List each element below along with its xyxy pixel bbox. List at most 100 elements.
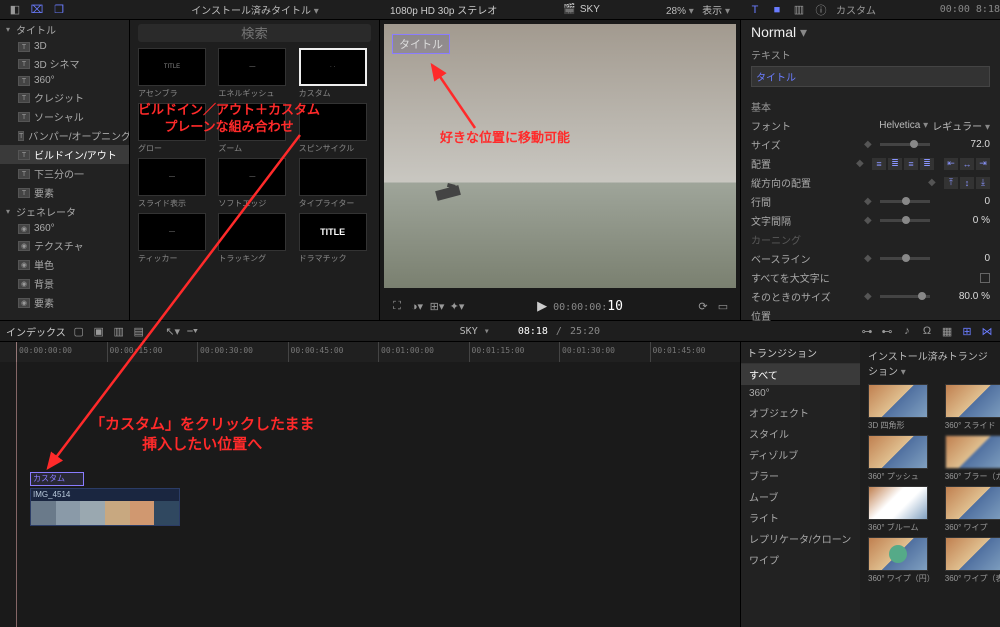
browser-dropdown[interactable]: インストール済みタイトル — [191, 6, 319, 17]
align-buttons[interactable]: ≡≣≡≣ ⇤↔⇥ — [872, 158, 990, 170]
tool-3-icon[interactable]: ▥ — [112, 324, 126, 338]
library-icon[interactable]: ◧ — [8, 3, 22, 17]
text-inspector-icon[interactable]: T — [748, 3, 762, 17]
leading-slider[interactable] — [880, 200, 930, 203]
thumb-tracking[interactable]: トラッキング — [218, 213, 290, 264]
thumb-slide[interactable]: —スライド表示 — [138, 158, 210, 209]
video-inspector-icon[interactable]: ■ — [770, 3, 784, 17]
loop-icon[interactable]: ⟳ — [696, 299, 710, 313]
trans-thumb-360wipefront[interactable]: 360° ワイプ（表） — [945, 537, 1000, 584]
tracking-slider[interactable] — [880, 219, 930, 222]
trans-cat-replicator[interactable]: レプリケータ/クローン — [741, 528, 860, 549]
baseline-slider[interactable] — [880, 257, 930, 260]
solo-icon[interactable]: Ω — [920, 324, 934, 338]
color-tool-icon[interactable]: ◑▾ — [410, 299, 424, 313]
arrow-tool-icon[interactable]: ↖▾ — [166, 324, 180, 338]
audio-skim-icon[interactable]: ♪ — [900, 324, 914, 338]
transitions-browser-icon[interactable]: ⋈ — [980, 324, 994, 338]
tracking-value[interactable]: 0 % — [934, 215, 990, 226]
transform-tool-icon[interactable]: ⊞▾ — [430, 299, 444, 313]
keyframe-icon[interactable]: ◆ — [864, 215, 876, 226]
thumb-assembler[interactable]: TITLEアセンブラ — [138, 48, 210, 99]
sidebar-item-3d[interactable]: T3D — [0, 39, 129, 54]
sidebar-item-generators[interactable]: ジェネレータ — [0, 202, 129, 221]
allcaps-checkbox[interactable] — [980, 273, 990, 283]
tool-1-icon[interactable]: ▢ — [72, 324, 86, 338]
sidebar-item-bumper[interactable]: Tバンパー/オープニング — [0, 126, 129, 145]
thumb-glow[interactable]: グロー — [138, 103, 210, 154]
trim-tool-icon[interactable]: ⎯▾ — [186, 324, 200, 338]
transition-browser-header[interactable]: インストール済みトランジション — [868, 348, 992, 378]
title-text-input[interactable]: タイトル — [751, 66, 990, 87]
play-button[interactable]: ▶ — [537, 298, 547, 314]
trans-cat-360[interactable]: 360° — [741, 385, 860, 402]
zoom-dropdown[interactable]: 28% — [666, 6, 694, 17]
sidebar-item-elements[interactable]: T要素 — [0, 183, 129, 202]
trans-thumb-360wipecircle[interactable]: 360° ワイプ（円） — [868, 537, 935, 584]
trans-cat-all[interactable]: すべて — [741, 364, 860, 385]
trans-thumb-360bloom[interactable]: 360° ブルーム — [868, 486, 935, 533]
sidebar-item-buildin[interactable]: Tビルドイン/アウト — [0, 145, 129, 164]
effects-tool-icon[interactable]: ✦▾ — [450, 299, 464, 313]
snap-icon[interactable]: ⊷ — [880, 324, 894, 338]
baseline-value[interactable]: 0 — [934, 253, 990, 264]
info-inspector-icon[interactable]: ⓘ — [814, 3, 828, 17]
keyframe-icon[interactable]: ◆ — [864, 253, 876, 264]
sidebar-item-background[interactable]: ◉背景 — [0, 274, 129, 293]
trans-cat-light[interactable]: ライト — [741, 507, 860, 528]
allcaps-size-value[interactable]: 80.0 % — [934, 291, 990, 302]
trans-thumb-3dsquare[interactable]: 3D 四角形 — [868, 384, 935, 431]
thumb-dramatic[interactable]: TITLEドラマチック — [299, 213, 371, 264]
trans-cat-move[interactable]: ムーブ — [741, 486, 860, 507]
trans-cat-dissolve[interactable]: ディゾルブ — [741, 444, 860, 465]
thumb-typewriter[interactable]: タイプライター — [299, 158, 371, 209]
fullscreen-icon[interactable]: ⛶ — [390, 299, 404, 313]
display-dropdown[interactable]: 表示 — [702, 6, 730, 17]
valign-buttons[interactable]: ⤒↕⤓ — [944, 177, 990, 189]
size-value[interactable]: 72.0 — [934, 139, 990, 150]
keyframe-icon[interactable]: ◆ — [864, 196, 876, 207]
sidebar-item-titles[interactable]: タイトル — [0, 20, 129, 39]
sidebar-item-gen360[interactable]: ◉360° — [0, 221, 129, 236]
clip-appearance-icon[interactable]: ▦ — [940, 324, 954, 338]
sidebar-item-elements2[interactable]: ◉要素 — [0, 293, 129, 312]
trans-cat-object[interactable]: オブジェクト — [741, 402, 860, 423]
trans-thumb-360blur[interactable]: 360° ブラー（ガウス） — [945, 435, 1000, 482]
keyframe-icon[interactable]: ◆ — [856, 158, 868, 169]
trans-cat-blur[interactable]: ブラー — [741, 465, 860, 486]
titles-icon[interactable]: ❐ — [52, 3, 66, 17]
tool-2-icon[interactable]: ▣ — [92, 324, 106, 338]
view-options-icon[interactable]: ▭ — [716, 299, 730, 313]
timeline-project-dropdown[interactable]: SKY — [460, 326, 490, 337]
search-input[interactable] — [138, 24, 371, 42]
font-style-dropdown[interactable]: Normal — [751, 24, 807, 41]
trans-cat-wipe[interactable]: ワイプ — [741, 549, 860, 570]
generator-inspector-icon[interactable]: ▥ — [792, 3, 806, 17]
sidebar-item-texture[interactable]: ◉テクスチャ — [0, 236, 129, 255]
keyframe-icon[interactable]: ◆ — [928, 177, 940, 188]
effects-browser-icon[interactable]: ⊞ — [960, 324, 974, 338]
timeline-title-clip[interactable]: カスタム — [30, 472, 84, 486]
thumb-spincycle[interactable]: スピンサイクル — [299, 103, 371, 154]
skimming-icon[interactable]: ⊶ — [860, 324, 874, 338]
trans-thumb-360push[interactable]: 360° プッシュ — [868, 435, 935, 482]
keyframe-icon[interactable]: ◆ — [864, 291, 876, 302]
index-button[interactable]: インデックス — [6, 324, 66, 339]
playhead[interactable] — [16, 342, 17, 627]
font-family-dropdown[interactable]: Helvetica — [879, 120, 928, 131]
thumb-custom[interactable]: · ·カスタム — [299, 48, 371, 99]
thumb-energetic[interactable]: —エネルギッシュ — [218, 48, 290, 99]
sidebar-item-lowerthird[interactable]: T下三分の一 — [0, 164, 129, 183]
font-weight-dropdown[interactable]: レギュラー — [932, 118, 990, 133]
sidebar-item-3d-cinema[interactable]: T3D シネマ — [0, 54, 129, 73]
keyframe-icon[interactable]: ◆ — [864, 139, 876, 150]
tool-4-icon[interactable]: ▤ — [132, 324, 146, 338]
timeline[interactable]: 00:00:00:0000:00:15:0000:00:30:0000:00:4… — [0, 342, 740, 627]
allcaps-size-slider[interactable] — [880, 295, 930, 298]
trans-cat-style[interactable]: スタイル — [741, 423, 860, 444]
leading-value[interactable]: 0 — [934, 196, 990, 207]
viewer-canvas[interactable]: タイトル — [384, 24, 736, 288]
thumb-softedge[interactable]: —ソフトエッジ — [218, 158, 290, 209]
sidebar-item-solid[interactable]: ◉単色 — [0, 255, 129, 274]
sidebar-item-360[interactable]: T360° — [0, 73, 129, 88]
